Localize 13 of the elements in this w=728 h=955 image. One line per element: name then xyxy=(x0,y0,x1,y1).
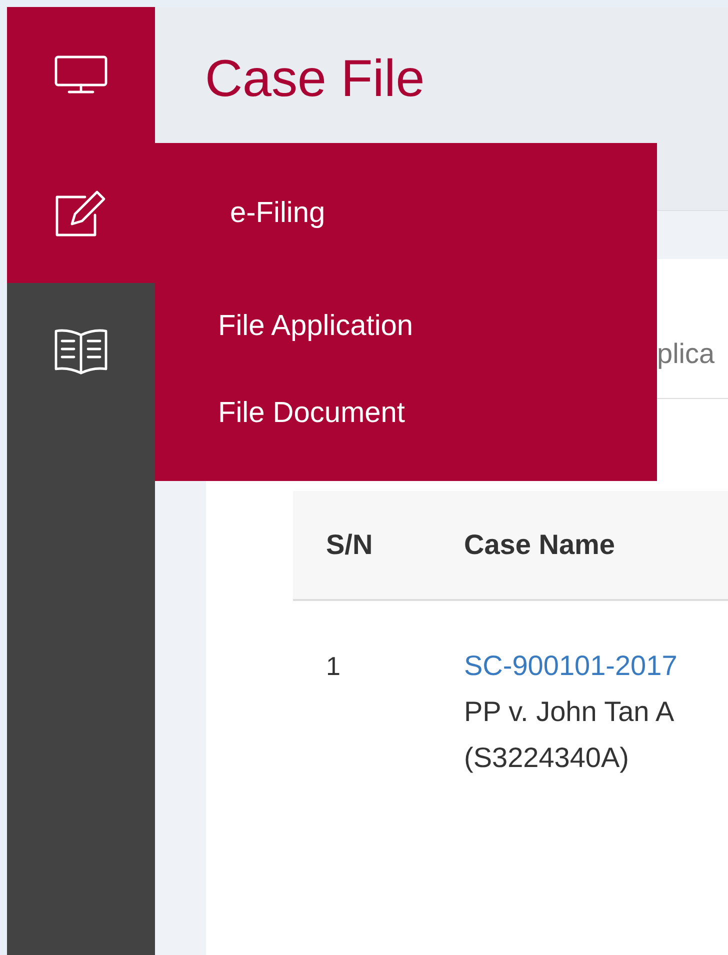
book-icon xyxy=(54,327,108,375)
column-header: S/N xyxy=(326,529,374,561)
case-name: PP v. John Tan A xyxy=(464,695,674,729)
table-cell-text: 1 xyxy=(326,650,342,683)
case-name: (S3224340A) xyxy=(464,741,630,775)
menu-item[interactable]: File Application xyxy=(218,310,414,343)
column-header: Case Name xyxy=(464,529,616,561)
edit-icon xyxy=(55,189,107,237)
monitor-icon xyxy=(54,55,108,95)
menu-item[interactable]: File Document xyxy=(218,397,405,430)
page-title: Case File xyxy=(205,51,426,108)
case-link[interactable]: SC-900101-2017 xyxy=(464,643,678,689)
menu-title: e-Filing xyxy=(230,197,326,230)
